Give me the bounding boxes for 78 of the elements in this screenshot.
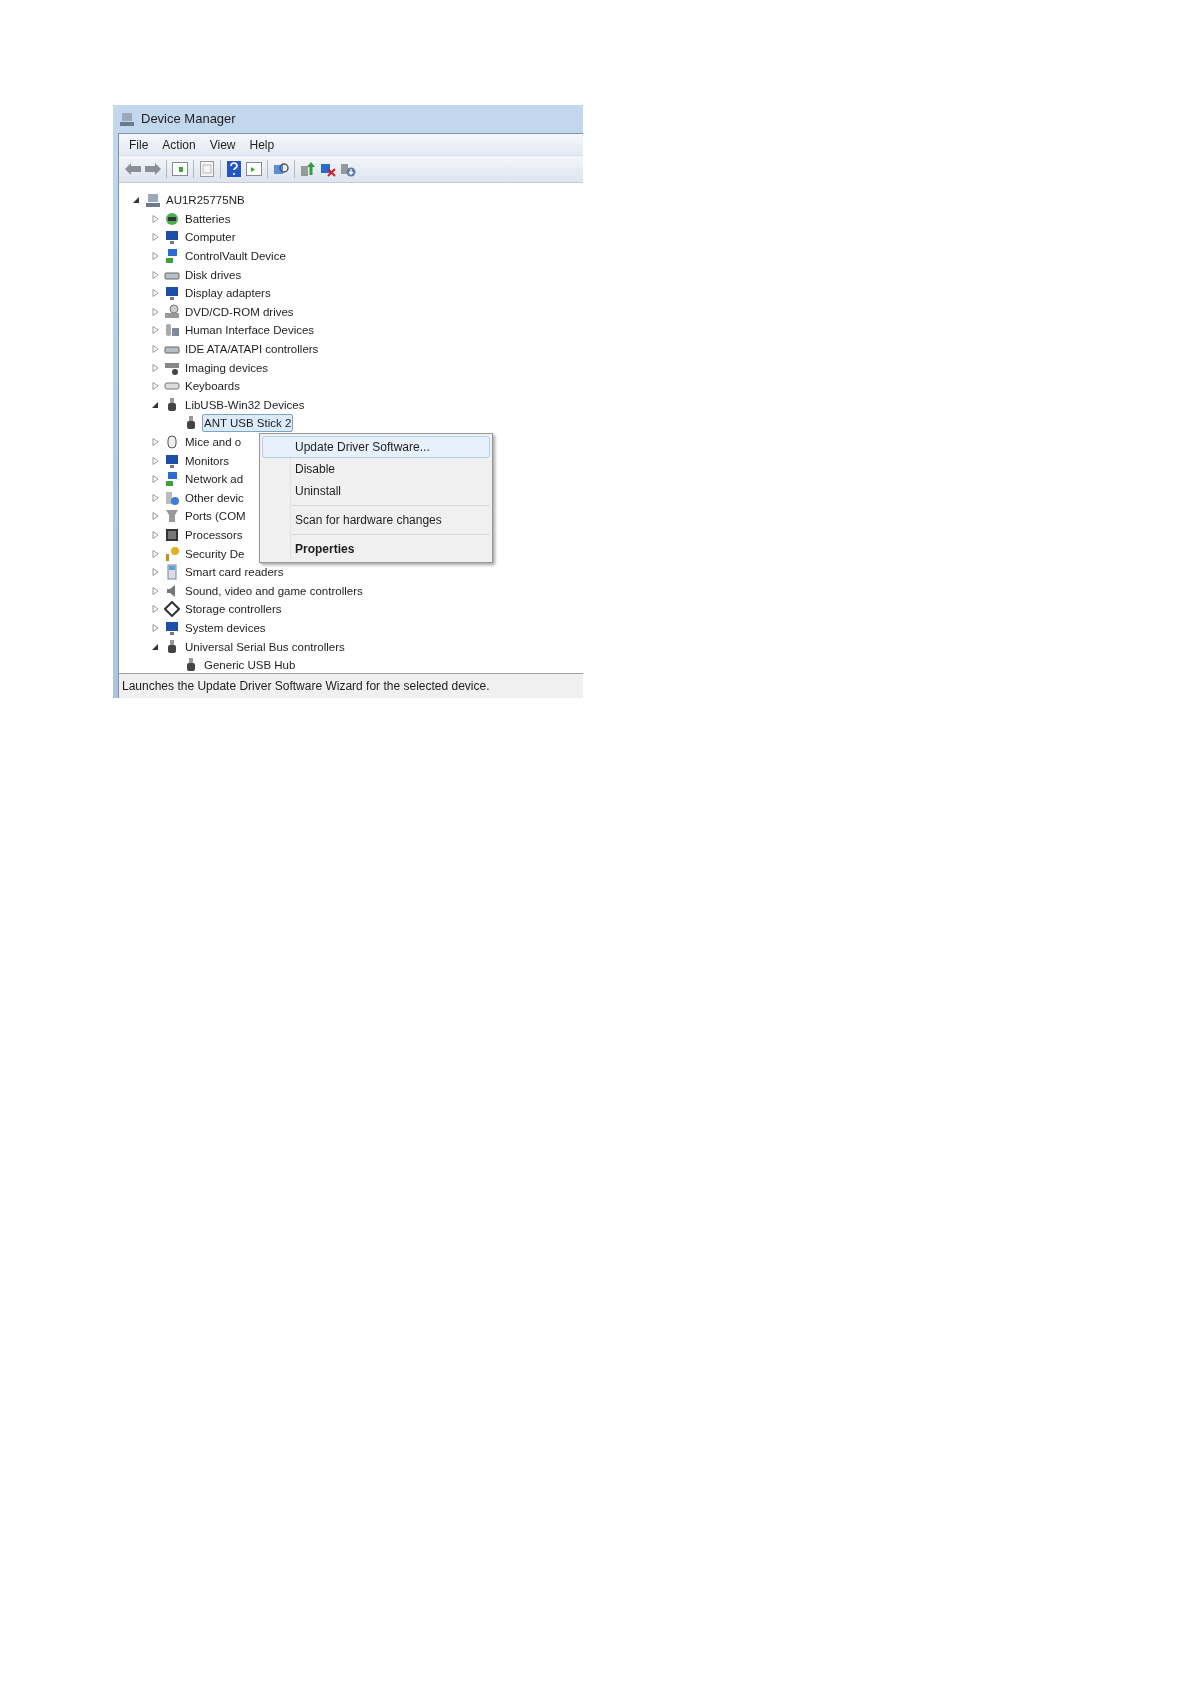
menu-item[interactable]: Update Driver Software...: [262, 436, 490, 458]
tree-item[interactable]: Batteries: [183, 209, 233, 228]
tree-item[interactable]: Universal Serial Bus controllers: [183, 637, 347, 656]
storage-icon: [164, 601, 180, 618]
monitor-icon: [164, 229, 180, 246]
tree-item[interactable]: IDE ATA/ATAPI controllers: [183, 340, 321, 359]
card-reader-icon: [164, 564, 180, 581]
expand-triangle-icon[interactable]: [152, 456, 159, 465]
menu-title[interactable]: Action: [156, 135, 202, 154]
menu-title[interactable]: View: [203, 135, 242, 154]
expand-triangle-icon[interactable]: [152, 512, 159, 521]
expand-triangle-icon[interactable]: [152, 623, 159, 632]
tree-item[interactable]: AU1R25775NB: [164, 191, 247, 210]
expand-triangle-icon[interactable]: [152, 233, 159, 242]
expand-triangle-icon[interactable]: [152, 493, 159, 502]
tree-item[interactable]: System devices: [183, 618, 268, 637]
monitor-icon: [164, 452, 180, 469]
collapse-triangle-icon[interactable]: [152, 642, 159, 651]
tree-item[interactable]: Disk drives: [183, 265, 244, 284]
tree-item[interactable]: ControlVault Device: [183, 247, 288, 266]
expand-triangle-icon[interactable]: [152, 326, 159, 335]
properties-icon[interactable]: [197, 159, 217, 179]
menu-title[interactable]: File: [123, 135, 155, 154]
collapse-triangle-icon[interactable]: [152, 400, 159, 409]
tree-item[interactable]: ANT USB Stick 2: [202, 414, 294, 433]
tree-item[interactable]: LibUSB-Win32 Devices: [183, 395, 307, 414]
help-icon[interactable]: [224, 159, 244, 179]
tree-item[interactable]: Other devic: [183, 488, 246, 507]
chip-icon: [164, 527, 180, 543]
expand-triangle-icon[interactable]: [152, 605, 159, 614]
expand-triangle-icon[interactable]: [152, 586, 159, 595]
expand-triangle-icon[interactable]: [152, 549, 159, 558]
port-icon: [164, 508, 180, 525]
menu-item[interactable]: Scan for hardware changes: [262, 509, 490, 531]
expand-triangle-icon[interactable]: [152, 345, 159, 354]
disc-drive-icon: [164, 303, 180, 320]
expand-triangle-icon[interactable]: [152, 252, 159, 261]
menu-item[interactable]: Disable: [262, 458, 490, 480]
tree-item[interactable]: Keyboards: [183, 377, 242, 396]
tree-item[interactable]: Generic USB Hub: [202, 656, 298, 673]
monitor-icon: [164, 619, 180, 636]
expand-triangle-icon[interactable]: [152, 307, 159, 316]
tree-item[interactable]: Imaging devices: [183, 358, 271, 377]
tree-item[interactable]: Ports (COM: [183, 507, 248, 526]
tree-item[interactable]: Human Interface Devices: [183, 321, 317, 340]
tree-item[interactable]: Mice and o: [183, 433, 244, 451]
tree-item[interactable]: Network ad: [183, 470, 246, 489]
expand-triangle-icon[interactable]: [152, 289, 159, 298]
tree-item[interactable]: Computer: [183, 228, 238, 247]
collapse-triangle-icon[interactable]: [133, 196, 140, 205]
action-pane-icon[interactable]: [244, 159, 264, 179]
expand-triangle-icon[interactable]: [152, 531, 159, 539]
tree-item[interactable]: Sound, video and game controllers: [183, 581, 365, 600]
tree-item[interactable]: DVD/CD-ROM drives: [183, 302, 296, 321]
console-tree-icon[interactable]: [170, 159, 190, 179]
tree-item[interactable]: Monitors: [183, 451, 232, 470]
menu-item[interactable]: Uninstall: [262, 480, 490, 502]
window-title: Device Manager: [141, 110, 236, 129]
tree-item[interactable]: Processors: [183, 526, 245, 544]
battery-icon: [164, 210, 180, 227]
device-icon: [164, 322, 180, 339]
monitor-icon: [164, 285, 180, 302]
expand-triangle-icon[interactable]: [152, 438, 159, 446]
expand-triangle-icon[interactable]: [152, 214, 159, 223]
menu-title[interactable]: Help: [243, 135, 281, 154]
tree-item[interactable]: Storage controllers: [183, 600, 284, 619]
computer-icon: [119, 111, 135, 127]
computer-icon: [145, 192, 161, 209]
status-text: Launches the Update Driver Software Wizard for the selected device.: [122, 678, 490, 695]
expand-triangle-icon[interactable]: [152, 568, 159, 577]
tree-item[interactable]: Display adapters: [183, 284, 273, 303]
expand-triangle-icon[interactable]: [152, 270, 159, 279]
expand-triangle-icon[interactable]: [152, 475, 159, 484]
expand-triangle-icon[interactable]: [152, 382, 159, 391]
menu-item[interactable]: Properties: [262, 538, 490, 560]
expand-triangle-icon[interactable]: [152, 363, 159, 372]
tree-item[interactable]: Smart card readers: [183, 563, 286, 582]
tree-item[interactable]: Security De: [183, 544, 247, 563]
